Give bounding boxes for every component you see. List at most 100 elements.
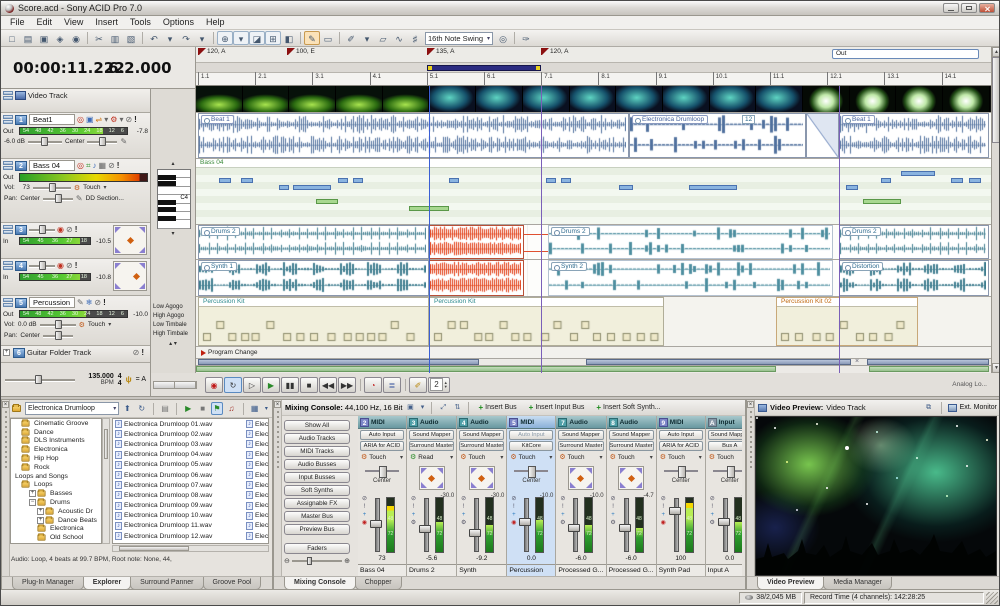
expander-icon[interactable]: + [37, 508, 44, 515]
timeline[interactable]: Out 120, A100, E135, A120, A 1.12.13.14.… [196, 47, 991, 373]
selection-tool-icon[interactable]: ▭ [320, 31, 336, 45]
timeline-marker[interactable]: 120, A [198, 48, 225, 56]
tab-explorer[interactable]: Explorer [83, 577, 131, 590]
track-name-field[interactable]: Beat1 [29, 114, 75, 125]
copy-frame-icon[interactable]: ⧉ [923, 402, 935, 413]
bass04-clip-header[interactable]: Bass 04 [196, 159, 991, 168]
recorded-clip[interactable] [429, 225, 524, 259]
freeze-icon[interactable]: ❄ [86, 298, 93, 308]
menu-file[interactable]: File [4, 16, 31, 29]
paint-caret-icon[interactable]: ▾ [359, 31, 375, 45]
menu-edit[interactable]: Edit [31, 16, 59, 29]
automation-mode[interactable]: ⚙Touch▾ [607, 451, 656, 463]
audio-clip[interactable]: Distortion [839, 260, 989, 296]
automation-gear-icon[interactable]: ⚙ [110, 115, 117, 125]
beat1-track-lane[interactable]: Beat 1 Electronica Drumloop 12 Beat 1 [196, 113, 991, 159]
drums2-track-lane[interactable]: Drums 2 Drums 2 Drums 2 [196, 225, 991, 260]
mixer-channel-4[interactable]: 4AudioSound MapperSurround Master⚙Touch▾… [457, 416, 507, 576]
redo-caret-icon[interactable]: ▾ [194, 31, 210, 45]
add-icon[interactable]: + [561, 512, 565, 518]
output-device-button[interactable]: Surround Master [609, 441, 654, 451]
refresh-icon[interactable]: ↻ [136, 402, 148, 415]
output-device-button[interactable]: Surround Master [459, 441, 504, 451]
tree-item[interactable]: +Acoustic Dr [11, 507, 101, 516]
view-assignable-fx-button[interactable]: Assignable FX [284, 498, 350, 509]
scroll-down-icon[interactable]: ▾ [151, 231, 195, 237]
surround-panner[interactable] [113, 225, 147, 255]
solo-icon[interactable]: ! [463, 504, 465, 510]
mixer-channel-9[interactable]: 9MIDIAuto InputARIA for ACID⚙Touch▾Cente… [657, 416, 706, 576]
scroll-up-icon[interactable]: ▴ [151, 161, 195, 167]
tree-item[interactable]: Dance [11, 428, 101, 437]
chevron-down-icon[interactable]: ▾ [650, 454, 653, 461]
track-view-icons[interactable] [3, 115, 13, 124]
play-from-start-button[interactable]: ▷ [243, 377, 261, 393]
clip-label[interactable]: Percussion Kit [430, 298, 663, 307]
channel-name[interactable]: Bass 04 [358, 564, 406, 576]
midi-note[interactable] [219, 178, 231, 183]
track-header-percussion[interactable]: 5 Percussion ✎ ❄ ⊘ ! Out 544842363024181… [1, 296, 150, 346]
edit-icon[interactable]: ✎ [120, 137, 127, 147]
midi-clip[interactable]: Percussion Kit 02 [776, 297, 918, 346]
view-audio-tracks-button[interactable]: Audio Tracks [284, 433, 350, 444]
video-track-lane[interactable] [196, 86, 991, 113]
timeline-vscrollbar[interactable]: ▲ ▼ [991, 47, 1000, 373]
arm-record-icon[interactable]: ◉ [57, 225, 64, 235]
loop-playback-button[interactable]: ↻ [224, 377, 242, 393]
chevron-down-icon[interactable]: ▾ [450, 454, 453, 461]
cut-icon[interactable]: ✂ [91, 31, 107, 45]
automation-mode[interactable]: ⚙Touch▾ [507, 451, 555, 463]
views-caret-icon[interactable]: ▾ [263, 402, 270, 415]
solo-icon[interactable]: ! [562, 504, 564, 510]
piano-keyboard[interactable]: C4 [157, 169, 191, 229]
play-button[interactable]: ▶ [262, 377, 280, 393]
input-label[interactable]: In [3, 238, 17, 245]
view-midi-tracks-button[interactable]: MIDI Tracks [284, 446, 350, 457]
mute-icon[interactable]: ⊘ [133, 348, 140, 358]
channel-name[interactable]: Percussion [507, 564, 555, 576]
record-button[interactable]: ◉ [205, 377, 223, 393]
bus-label[interactable]: Out [3, 174, 17, 181]
automation-mode[interactable]: ⚙Touch▾ [556, 451, 605, 463]
output-device-button[interactable]: Surround Master [409, 441, 454, 451]
properties-icon[interactable]: ◉ [68, 31, 84, 45]
view-master-bus-button[interactable]: Master Bus [284, 511, 350, 522]
redo-icon[interactable]: ↷ [178, 31, 194, 45]
output-device-button[interactable]: Surround Master [558, 441, 603, 451]
clip-label[interactable]: Distortion [842, 262, 883, 271]
mute-icon[interactable]: ⊘ [125, 115, 132, 125]
pan-position-dot[interactable] [428, 474, 435, 481]
arm-record-icon[interactable]: ◉ [661, 520, 666, 526]
volume-fader[interactable] [369, 495, 384, 555]
volume-slider[interactable] [40, 320, 76, 329]
path-combo[interactable]: Electronica Drumloop ▾ [25, 402, 119, 415]
pan-position-dot[interactable] [478, 474, 485, 481]
add-icon[interactable]: + [710, 512, 714, 518]
volume-fader[interactable] [418, 495, 433, 555]
view-soft-synths-button[interactable]: Soft Synths [284, 485, 350, 496]
chevron-down-icon[interactable]: ▾ [699, 454, 702, 461]
paint-tool-icon[interactable]: ✐ [343, 31, 359, 45]
solo-icon[interactable]: ! [117, 161, 120, 171]
track-header-4[interactable]: 4 ◉ ⊘ ! In 5445362718 -10.8 [1, 259, 150, 296]
track-header-bass04[interactable]: 2 Bass 04 ◎ ⌗ ♪ ▦ ⊘ ! Out Vol: 73 ⚙ Touc… [1, 159, 150, 223]
automation-mode[interactable]: Touch [88, 321, 105, 328]
tree-item[interactable]: Electronica [11, 445, 101, 454]
track-header-guitar-folder[interactable]: + 6 Guitar Folder Track ⊘ ! [1, 346, 150, 363]
swing-combo[interactable]: 16th Note Swing ▾ [425, 32, 493, 45]
mixer-channel-5[interactable]: 5MIDIAuto InputKitCore⚙Touch▾Center⊘!+◉-… [507, 416, 556, 576]
mixer-channel-8[interactable]: 8AudioSound MapperSurround Master⚙Touch▾… [607, 416, 657, 576]
volume-slider[interactable] [28, 137, 62, 146]
audio-clip-fade[interactable] [806, 113, 839, 158]
bus-label[interactable]: Out [3, 311, 17, 318]
list-hscrollbar[interactable] [112, 545, 269, 552]
chevron-down-icon[interactable]: ▾ [119, 115, 123, 125]
tree-item[interactable]: Old School [11, 533, 101, 542]
marker-pen-icon[interactable]: ✐ [409, 377, 427, 393]
clip-label[interactable]: Drums 2 [842, 227, 881, 236]
mixer-channel-A[interactable]: AInputSound MapperBus A⚙Touch▾Center⊘!+⚙… [706, 416, 742, 576]
metronome-icon[interactable]: ◔ [364, 377, 382, 393]
ext-monitor-button[interactable]: Ext. Monitor [960, 404, 997, 411]
automation-mode[interactable]: ⚙Touch▾ [358, 451, 406, 463]
volume-fader[interactable] [567, 495, 582, 555]
